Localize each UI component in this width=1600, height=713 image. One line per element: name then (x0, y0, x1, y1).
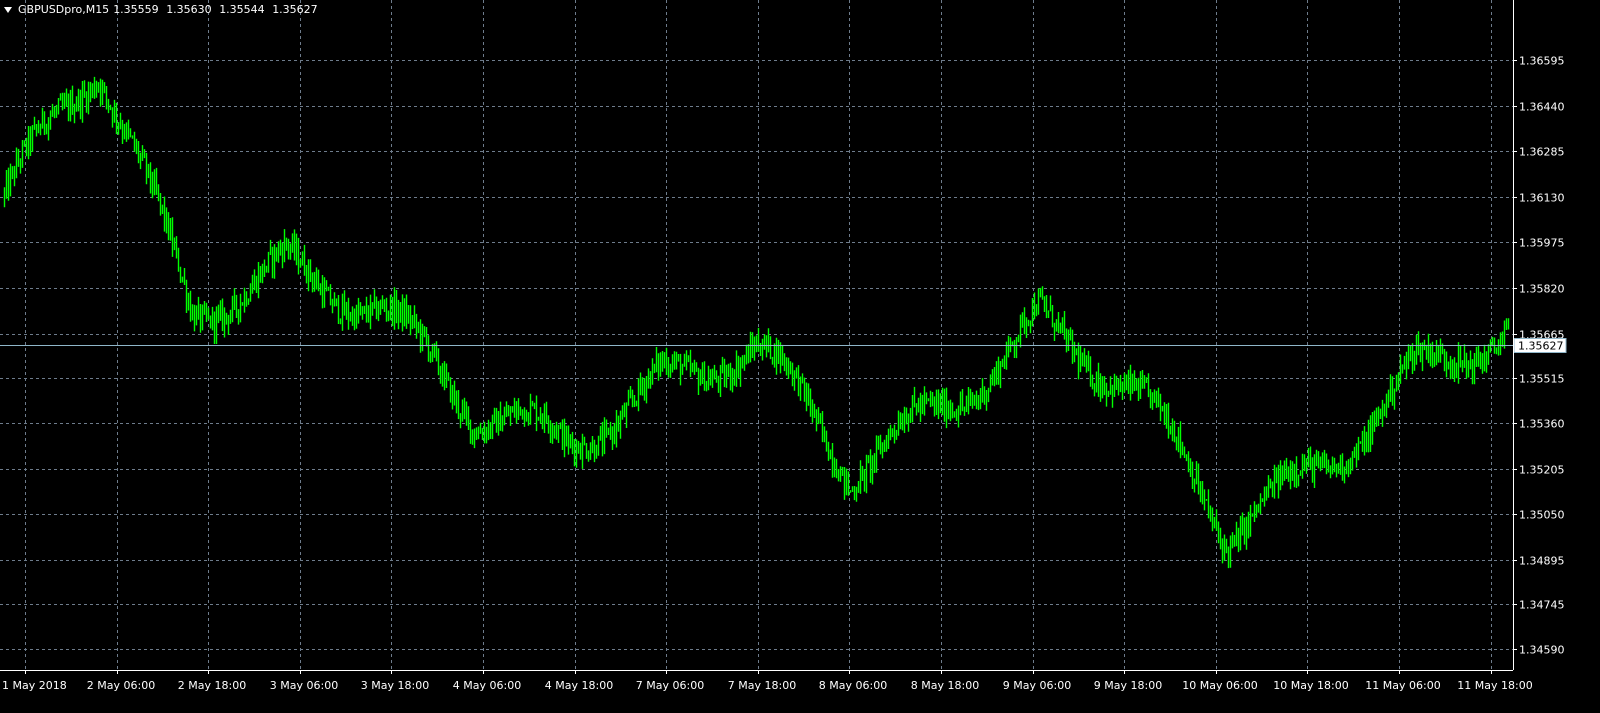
y-tick-label: 1.35360 (1519, 418, 1565, 431)
chart-header: GBPUSDpro,M15 1.35559 1.35630 1.35544 1.… (4, 3, 322, 16)
x-tick-label: 8 May 18:00 (911, 679, 979, 692)
x-tick-label: 10 May 06:00 (1182, 679, 1257, 692)
y-tick-label: 1.35820 (1519, 283, 1565, 296)
x-tick-label: 7 May 18:00 (728, 679, 796, 692)
y-tick-label: 1.34590 (1519, 644, 1565, 657)
y-tick-label: 1.35975 (1519, 237, 1565, 250)
price-chart[interactable]: 1.36595 1.36440 1.36285 1.36130 1.35975 1.358… (0, 0, 1600, 713)
close-value: 1.35627 (272, 3, 318, 16)
current-price-text: 1.35627 (1518, 340, 1564, 353)
x-tick-label: 4 May 06:00 (453, 679, 521, 692)
x-tick-label: 9 May 18:00 (1094, 679, 1162, 692)
current-price-label: 1.35627 (1513, 338, 1567, 353)
price-bars (3, 76, 1510, 569)
y-axis: 1.36595 1.36440 1.36285 1.36130 1.35975 1.358… (1513, 55, 1565, 657)
x-tick-label: 3 May 06:00 (270, 679, 338, 692)
x-tick-label: 7 May 06:00 (636, 679, 704, 692)
x-tick-label: 2 May 06:00 (87, 679, 155, 692)
x-tick-label: 11 May 06:00 (1365, 679, 1440, 692)
x-tick-label: 3 May 18:00 (361, 679, 429, 692)
y-tick-label: 1.35050 (1519, 509, 1565, 522)
chart-window[interactable]: 1.36595 1.36440 1.36285 1.36130 1.35975 1.358… (0, 0, 1600, 713)
dropdown-triangle-icon[interactable] (4, 6, 12, 13)
y-tick-label: 1.36440 (1519, 101, 1565, 114)
y-tick-label: 1.36595 (1519, 55, 1565, 68)
low-value: 1.35544 (219, 3, 265, 16)
x-tick-label: 9 May 06:00 (1003, 679, 1071, 692)
symbol-timeframe: GBPUSDpro,M15 (18, 3, 110, 16)
y-tick-label: 1.34895 (1519, 555, 1565, 568)
y-tick-label: 1.35515 (1519, 373, 1565, 386)
x-tick-label: 11 May 18:00 (1457, 679, 1532, 692)
open-value: 1.35559 (113, 3, 159, 16)
x-tick-label: 10 May 18:00 (1273, 679, 1348, 692)
x-tick-label: 8 May 06:00 (819, 679, 887, 692)
price-series (3, 76, 1510, 569)
y-tick-label: 1.36285 (1519, 146, 1565, 159)
y-tick-label: 1.34745 (1519, 599, 1565, 612)
x-axis: 1 May 2018 2 May 06:00 2 May 18:00 3 May 06… (2, 670, 1533, 692)
y-tick-label: 1.35205 (1519, 464, 1565, 477)
x-tick-label: 1 May 2018 (2, 679, 67, 692)
high-value: 1.35630 (166, 3, 212, 16)
y-tick-label: 1.36130 (1519, 192, 1565, 205)
grid-lines (0, 0, 1513, 670)
x-tick-label: 4 May 18:00 (545, 679, 613, 692)
x-tick-label: 2 May 18:00 (178, 679, 246, 692)
